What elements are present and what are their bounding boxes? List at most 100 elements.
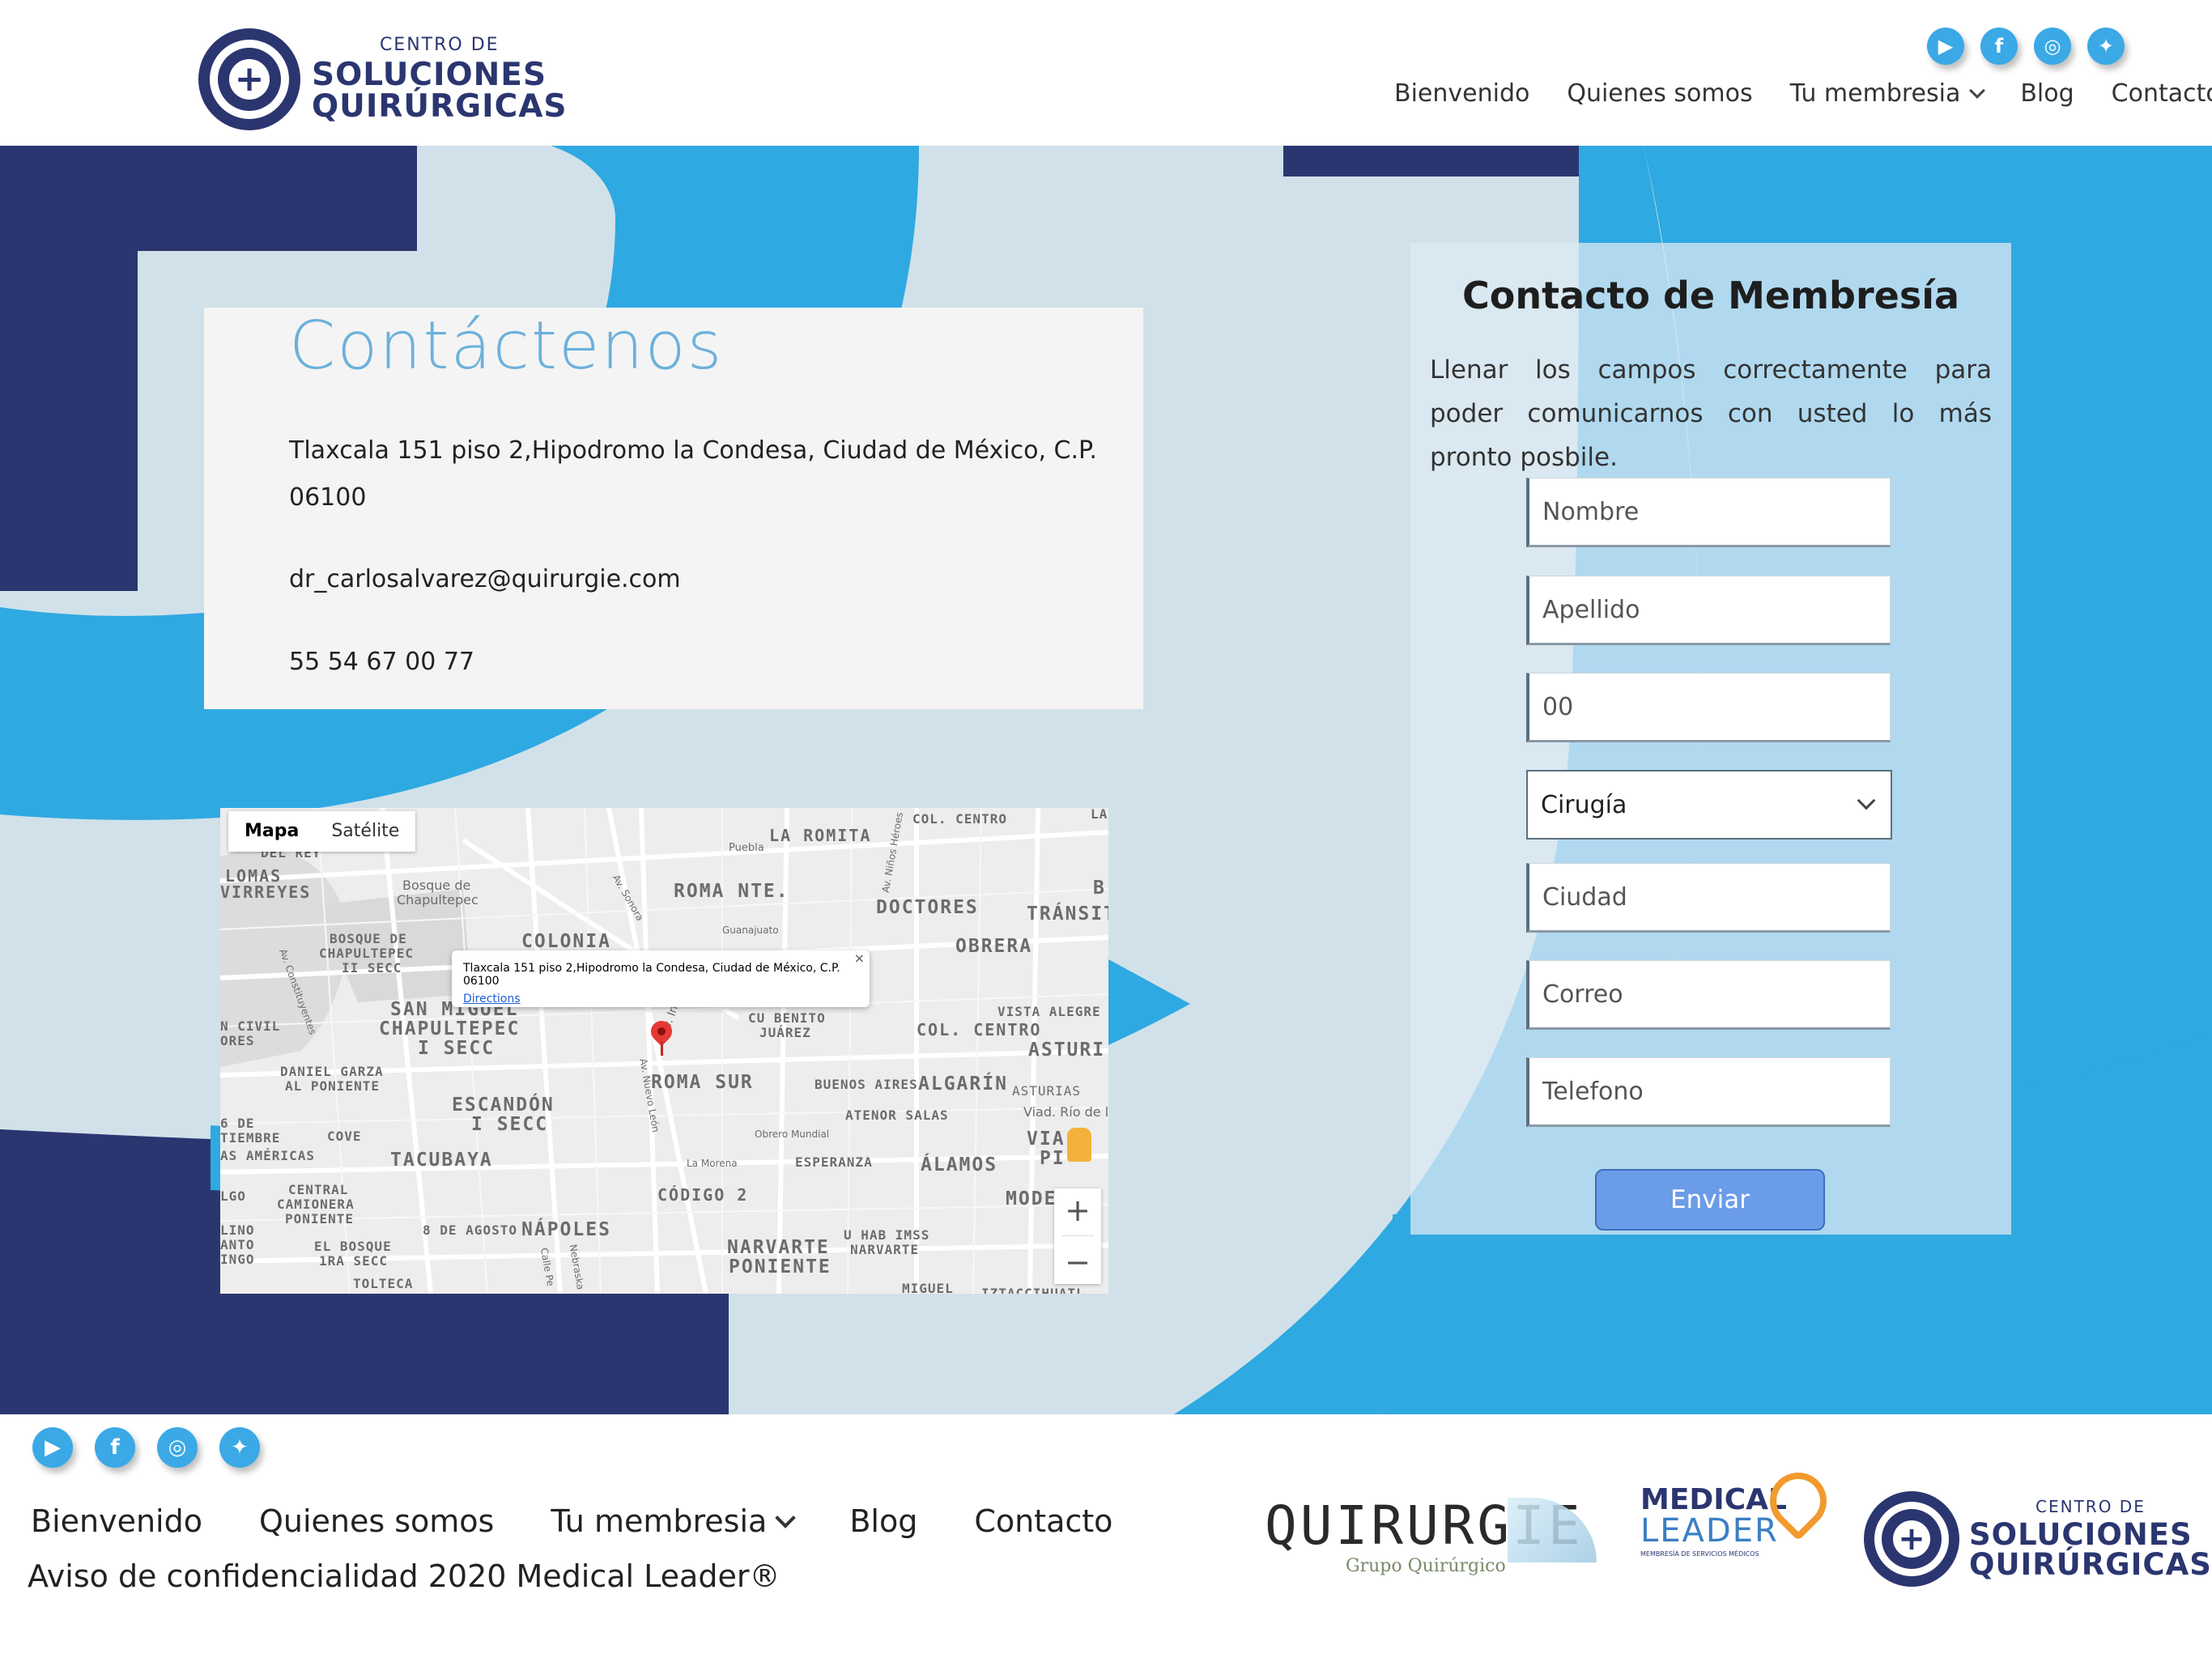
map-label: TIEMBRE bbox=[220, 1130, 281, 1146]
map-label: AS AMÉRICAS bbox=[220, 1148, 315, 1163]
map-label: PI bbox=[1040, 1148, 1066, 1169]
map-label: ESCANDÓN bbox=[452, 1095, 555, 1116]
map-label: MIGUEL bbox=[902, 1281, 954, 1294]
street-view-pegman-icon[interactable] bbox=[1067, 1128, 1091, 1162]
map-popup-address: Tlaxcala 151 piso 2,Hipodromo la Condesa… bbox=[463, 962, 840, 988]
contact-email[interactable]: dr_carlosalvarez@quirurgie.com bbox=[289, 565, 681, 593]
map-label: 1RA SECC bbox=[319, 1253, 389, 1269]
chevron-down-icon bbox=[1969, 83, 1986, 99]
map-label: CENTRAL bbox=[288, 1182, 349, 1197]
footer-nav-bienvenido[interactable]: Bienvenido bbox=[31, 1503, 202, 1539]
map-label: LGO bbox=[220, 1188, 246, 1204]
facebook-icon[interactable]: f bbox=[1980, 28, 2018, 65]
map-label: COVE bbox=[327, 1129, 362, 1144]
map-label: LA ROMITA bbox=[769, 826, 872, 845]
map-label: Puebla bbox=[729, 842, 764, 854]
footer-nav-tu-membresia[interactable]: Tu membresia bbox=[551, 1503, 797, 1539]
map-label: PONIENTE bbox=[729, 1256, 832, 1278]
tab-mapa[interactable]: Mapa bbox=[228, 811, 315, 852]
zoom-out-button[interactable]: − bbox=[1065, 1244, 1091, 1280]
map-label: LINO bbox=[220, 1222, 255, 1238]
apellido-field[interactable]: Apellido bbox=[1526, 576, 1891, 645]
youtube-icon[interactable]: ▶ bbox=[1927, 28, 1964, 65]
map-label: CAMIONERA bbox=[277, 1197, 355, 1212]
contact-address: Tlaxcala 151 piso 2,Hipodromo la Condesa… bbox=[289, 436, 1097, 512]
map-label: NARVARTE bbox=[727, 1237, 830, 1258]
nav-contacto[interactable]: Contacto bbox=[2112, 79, 2212, 108]
twitter-icon[interactable]: ✦ bbox=[2087, 28, 2125, 65]
map-label: CHAPULTEPEC bbox=[319, 946, 414, 961]
map-label: AL PONIENTE bbox=[285, 1078, 380, 1094]
footer-nav-contacto[interactable]: Contacto bbox=[974, 1503, 1112, 1539]
map-label: CHAPULTEPEC bbox=[379, 1018, 521, 1039]
correo-field[interactable]: Correo bbox=[1526, 960, 1891, 1030]
nav-quienes-somos[interactable]: Quienes somos bbox=[1567, 79, 1752, 108]
map-label: Obrero Mundial bbox=[755, 1129, 830, 1140]
footer-nav: Bienvenido Quienes somos Tu membresia Bl… bbox=[31, 1503, 1112, 1539]
footer-nav-blog[interactable]: Blog bbox=[849, 1503, 917, 1539]
map-label: Chapultepec bbox=[397, 892, 479, 908]
map-label: EL BOSQUE bbox=[314, 1239, 392, 1254]
logo-line2: QUIRÚRGICAS bbox=[312, 87, 568, 125]
map-label: TOLTECA bbox=[353, 1276, 414, 1291]
map-label: COL. CENTRO bbox=[917, 1020, 1042, 1039]
chevron-down-icon bbox=[1857, 791, 1876, 810]
nav-tu-membresia[interactable]: Tu membresia bbox=[1790, 79, 1986, 108]
specialty-select[interactable]: Cirugía bbox=[1526, 770, 1892, 840]
contact-phone[interactable]: 55 54 67 00 77 bbox=[289, 648, 474, 676]
map-label: ASTURIAS bbox=[1012, 1083, 1082, 1099]
close-icon[interactable]: × bbox=[854, 950, 865, 966]
logo-mark-icon: + bbox=[1864, 1491, 1959, 1587]
map-label: ASTURI bbox=[1028, 1039, 1106, 1061]
map-label: ESPERANZA bbox=[795, 1154, 873, 1170]
map-label: COLONIA bbox=[521, 931, 611, 952]
map-label: LA bbox=[1091, 808, 1108, 822]
age-field[interactable]: 00 bbox=[1526, 673, 1891, 742]
map-label: IZTACCIHUATL bbox=[981, 1286, 1085, 1294]
map-label: BUENOS AIRES bbox=[815, 1077, 918, 1092]
telefono-field[interactable]: Telefono bbox=[1526, 1057, 1891, 1127]
logo-line1: SOLUCIONES bbox=[1969, 1517, 2193, 1552]
map-label: I SECC bbox=[471, 1114, 549, 1135]
quirurgie-logo[interactable]: QUIRURGIE Grupo Quirúrgico bbox=[1265, 1498, 1597, 1576]
header-social-links: ▶ f ◎ ✦ bbox=[1927, 28, 2125, 65]
instagram-icon[interactable]: ◎ bbox=[157, 1427, 198, 1468]
map-label: Bosque de bbox=[402, 878, 471, 893]
instagram-icon[interactable]: ◎ bbox=[2034, 28, 2071, 65]
map-directions-link[interactable]: Directions bbox=[463, 993, 858, 1005]
header-logo[interactable]: + CENTRO DE SOLUCIONES QUIRÚRGICAS bbox=[198, 24, 567, 134]
footer-nav-quienes-somos[interactable]: Quienes somos bbox=[259, 1503, 494, 1539]
map-label: 8 DE AGOSTO bbox=[423, 1222, 517, 1238]
map-info-window: × Tlaxcala 151 piso 2,Hipodromo la Conde… bbox=[452, 950, 870, 1007]
map-label: CÓDIGO 2 bbox=[657, 1185, 749, 1205]
submit-button[interactable]: Enviar bbox=[1595, 1169, 1825, 1231]
map-label: ROMA SUR bbox=[651, 1072, 754, 1093]
zoom-in-button[interactable]: + bbox=[1065, 1192, 1091, 1228]
map-label: DOCTORES bbox=[876, 897, 979, 918]
medical-leader-line2: LEADER bbox=[1640, 1512, 1779, 1550]
footer-logo[interactable]: + CENTRO DE SOLUCIONES QUIRÚRGICAS bbox=[1864, 1491, 2212, 1587]
nav-bienvenido[interactable]: Bienvenido bbox=[1394, 79, 1529, 108]
tab-satelite[interactable]: Satélite bbox=[315, 811, 415, 852]
medical-leader-line1: MEDICAL bbox=[1640, 1483, 1787, 1516]
twitter-icon[interactable]: ✦ bbox=[219, 1427, 260, 1468]
map-label: N CIVIL bbox=[220, 1018, 281, 1034]
header-nav: Bienvenido Quienes somos Tu membresia Bl… bbox=[1394, 79, 2212, 108]
nav-blog[interactable]: Blog bbox=[2020, 79, 2074, 108]
medical-leader-logo[interactable]: MEDICAL LEADER MEMBRESÍA DE SERVICIOS MÉ… bbox=[1640, 1460, 1839, 1558]
map-zoom-control: + − bbox=[1054, 1188, 1101, 1284]
confidentiality-notice[interactable]: Aviso de confidencialidad 2020 Medical L… bbox=[28, 1558, 780, 1594]
ciudad-field[interactable]: Ciudad bbox=[1526, 863, 1891, 933]
youtube-icon[interactable]: ▶ bbox=[32, 1427, 73, 1468]
map-label: ANTO bbox=[220, 1237, 255, 1252]
header: + CENTRO DE SOLUCIONES QUIRÚRGICAS ▶ f ◎… bbox=[0, 0, 2212, 146]
form-title: Contacto de Membresía bbox=[1461, 274, 1960, 317]
map-label: ALGARÍN bbox=[918, 1073, 1008, 1095]
map-label: ÁLAMOS bbox=[921, 1154, 998, 1175]
logo-mark-icon: + bbox=[198, 28, 300, 130]
map-label: CU BENITO bbox=[748, 1010, 826, 1026]
nombre-field[interactable]: Nombre bbox=[1526, 478, 1891, 547]
google-map[interactable]: LA ROMITA COL. CENTRO LA ROMA NTE. DOCTO… bbox=[220, 808, 1108, 1294]
chevron-down-icon bbox=[775, 1507, 797, 1528]
facebook-icon[interactable]: f bbox=[95, 1427, 135, 1468]
